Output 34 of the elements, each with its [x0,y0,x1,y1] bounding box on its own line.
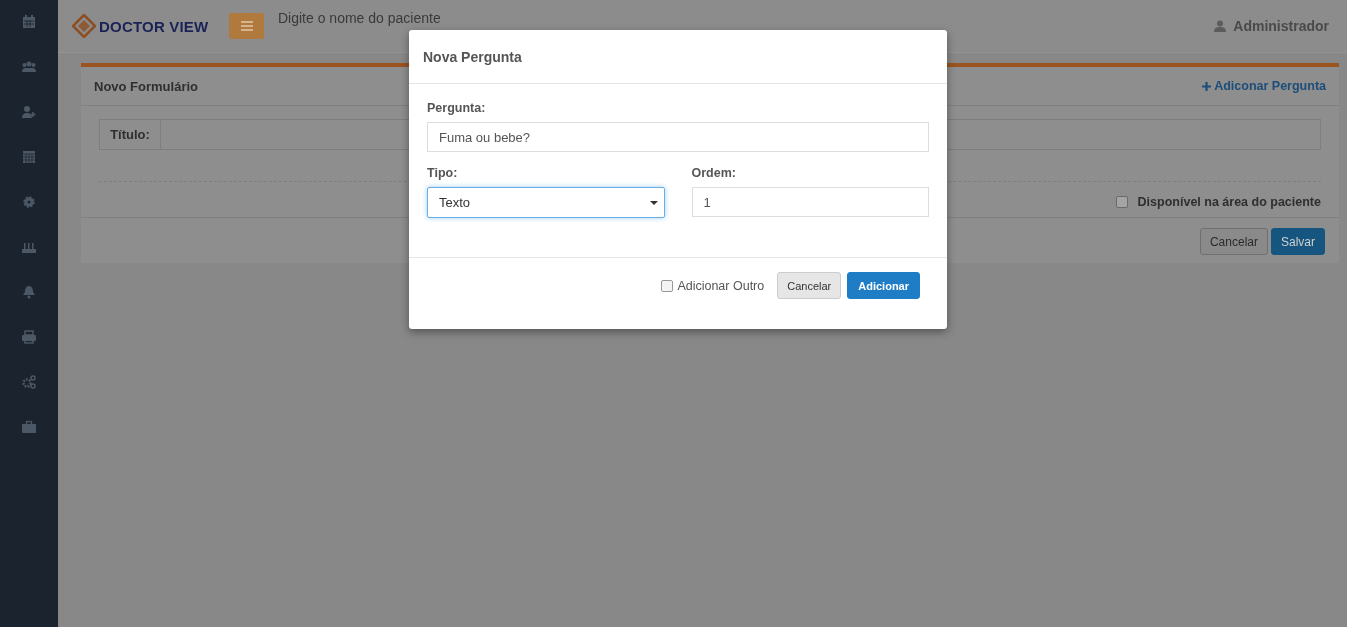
user-plus-icon[interactable] [21,104,37,120]
save-button[interactable]: Salvar [1271,228,1325,255]
cancel-button[interactable]: Cancelar [777,272,842,299]
add-question-link[interactable]: Adiconar Pergunta [1202,79,1326,93]
add-other-label: Adicionar Outro [677,278,765,293]
type-dropdown[interactable]: Texto [427,187,665,218]
user-icon [1214,20,1227,32]
order-label: Ordem: [691,166,737,180]
question-field[interactable]: Fuma ou bebe? [427,122,929,152]
calculator-icon[interactable] [21,149,37,165]
plus-icon [1202,81,1212,91]
menu-icon [240,21,253,31]
diamond-logo-icon [72,14,96,38]
menu-button[interactable] [229,13,264,39]
cancel-button[interactable]: Cancelar [1199,228,1268,255]
printer-icon[interactable] [21,329,37,345]
panel-title: Novo Formulário [94,78,198,94]
question-label: Pergunta: [427,101,487,115]
briefcase-icon[interactable] [21,419,37,435]
gear-icon[interactable] [21,194,37,210]
users-icon[interactable] [21,59,37,75]
add-button[interactable]: Adicionar [847,272,920,299]
caret-icon [649,200,658,205]
type-label: Tipo: [427,166,459,180]
search-field[interactable]: Digite o nome do paciente [278,10,598,27]
bell-icon[interactable] [21,284,37,300]
logo-text: DOCTOR VIEW [99,17,209,35]
checkbox[interactable] [661,279,674,292]
checkbox[interactable] [1115,195,1128,208]
order-field[interactable]: 1 [691,187,929,217]
modal-title: Nova Pergunta [423,48,522,65]
calendar-icon[interactable] [21,14,37,30]
title-label: Título: [100,120,161,149]
available-label: Disponível na área do paciente [1137,194,1321,209]
